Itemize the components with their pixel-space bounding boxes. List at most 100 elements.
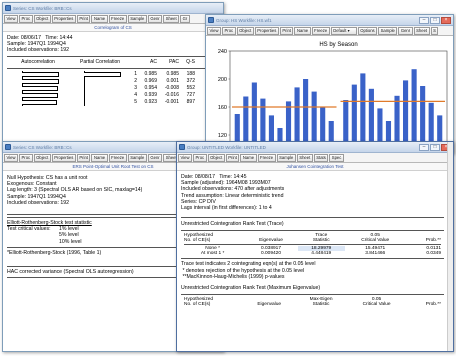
ac-bar — [22, 78, 59, 84]
pac-axis — [84, 77, 85, 85]
maxeig-title: Unrestricted Cointegration Rank Test (Ma… — [181, 285, 321, 292]
series-icon — [5, 5, 11, 11]
toolbar-button-freeze[interactable]: Freeze — [108, 153, 127, 162]
correlogram-window[interactable]: Series: CS Workfile: BRB::Cs View Proc Obj… — [2, 2, 224, 150]
ac-bar-cell — [7, 70, 69, 78]
toolbar-button-proc[interactable]: Proc — [19, 14, 33, 23]
toolbar-button-properties[interactable]: Properties — [51, 153, 76, 162]
toolbar-button-name[interactable]: Name — [91, 153, 108, 162]
pac-bar-cell — [69, 98, 131, 106]
toolbar-button-sheet[interactable]: Sheet — [296, 153, 313, 162]
toolbar-button-sample[interactable]: Sample — [276, 153, 296, 162]
toolbar-button-object[interactable]: Object — [33, 153, 51, 162]
toolbar-button-sample[interactable]: Sample — [127, 153, 147, 162]
maximize-icon[interactable]: □ — [430, 16, 440, 24]
y-tick-label: 120 — [218, 133, 227, 139]
crit-label: Test critical values: — [7, 226, 51, 233]
trace-table: Hypothesized Trace 0.05 No. of CE(s) Eig… — [181, 233, 444, 256]
toolbar-button-print[interactable]: Print — [76, 14, 91, 23]
ac-bar-cell — [7, 77, 69, 85]
correlogram-titlebar[interactable]: Series: CS Workfile: BRB::Cs — [3, 3, 223, 14]
toolbar-button-name[interactable]: Name — [294, 26, 311, 35]
q-value: 188 — [186, 71, 195, 78]
divider — [181, 230, 444, 232]
toolbar-button-sample[interactable]: Sample — [127, 14, 147, 23]
pac-bar-cell — [69, 77, 131, 85]
divider — [181, 217, 444, 219]
maximize-icon[interactable]: □ — [430, 143, 440, 151]
toolbar-button-properties[interactable]: Properties — [254, 26, 279, 35]
q-value: 552 — [186, 85, 195, 92]
y-tick-label: 160 — [218, 105, 227, 111]
toolbar-button-spec[interactable]: Spec — [329, 153, 344, 162]
hs-graph-window[interactable]: Group: HS Workfile: HS.wf1 – □ × View Pro… — [205, 14, 454, 154]
close-icon[interactable]: × — [441, 16, 451, 24]
toolbar-button-sample[interactable]: Sample — [378, 26, 398, 35]
correlogram-row: 2 0.969 0.001 372 — [7, 77, 219, 85]
toolbar-button-object[interactable]: Object — [33, 14, 51, 23]
toolbar-button-print[interactable]: Print — [225, 153, 240, 162]
toolbar-button-view[interactable]: View — [207, 26, 222, 35]
col-header: Eigenvalue — [257, 302, 282, 308]
toolbar-button-sheet[interactable]: Sheet — [163, 14, 180, 23]
pac-value: -0.008 — [164, 85, 179, 92]
ac-bar — [22, 71, 60, 77]
info-line: Lags interval (in first differences): 1 … — [181, 205, 272, 212]
ac-bar-cell — [7, 84, 69, 92]
toolbar-button-object[interactable]: Object — [236, 26, 254, 35]
table-row: At most 1 * 0.009420 4.448419 3.841466 0… — [181, 251, 444, 256]
season-bar — [403, 80, 409, 149]
window-title: Series: CS Workfile: BRB::Cs — [13, 5, 72, 11]
toolbar-button-options[interactable]: Options — [357, 26, 378, 35]
cell: 3.841466 — [365, 251, 386, 257]
toolbar-button-genr[interactable]: Genr — [147, 153, 163, 162]
toolbar-button-print[interactable]: Print — [76, 153, 91, 162]
toolbar-button-view[interactable]: View — [4, 153, 19, 162]
toolbar-button-view[interactable]: View — [4, 14, 19, 23]
toolbar-button-name[interactable]: Name — [91, 14, 108, 23]
pac-axis — [84, 91, 85, 99]
toolbar-button-print[interactable]: Print — [279, 26, 294, 35]
toolbar-button-proc[interactable]: Proc — [19, 153, 33, 162]
toolbar-button-freeze[interactable]: Freeze — [257, 153, 276, 162]
cell: 4.448419 — [311, 251, 332, 257]
johansen-titlebar[interactable]: Group: UNTITLED Workfile: UNTITLED – □ × — [177, 142, 453, 153]
toolbar-button-s[interactable]: S — [430, 26, 439, 35]
johansen-window[interactable]: Group: UNTITLED Workfile: UNTITLED – □ ×… — [176, 141, 454, 352]
divider — [7, 67, 219, 69]
table-header-row: No. of CE(s) Eigenvalue Statistic Critic… — [181, 302, 444, 307]
cell: 0.0349 — [426, 251, 441, 257]
toolbar-button-stats[interactable]: Stats — [313, 153, 329, 162]
hs-toolbar-right: Options Sample Genr Sheet S — [357, 26, 439, 35]
chart-area: HS by Season 240 200 160 120 — [206, 37, 453, 153]
toolbar-button-freeze[interactable]: Freeze — [311, 26, 330, 35]
toolbar-button-genr[interactable]: Genr — [398, 26, 413, 35]
toolbar-button-properties[interactable]: Properties — [51, 14, 76, 23]
crit-level: 10% level — [59, 238, 82, 245]
q-value: 372 — [186, 78, 195, 85]
toolbar-button-freeze[interactable]: Freeze — [108, 14, 127, 23]
johansen-subtitle: Johansen Cointegration Test — [177, 163, 453, 171]
minimize-icon[interactable]: – — [419, 16, 429, 24]
graph-type-dropdown[interactable]: Default ▾ — [330, 26, 357, 35]
toolbar-button-sheet[interactable]: Sheet — [413, 26, 430, 35]
minimize-icon[interactable]: – — [419, 143, 429, 151]
ac-bar — [22, 99, 58, 105]
col-header: Prob.** — [425, 302, 441, 308]
ac-value: 0.985 — [144, 71, 157, 78]
pac-value: 0.985 — [166, 71, 179, 78]
hs-chart: HS by Season 240 200 160 120 — [218, 42, 448, 150]
toolbar-button-name[interactable]: Name — [240, 153, 257, 162]
vertical-scrollbar[interactable] — [447, 142, 453, 351]
toolbar-button-proc[interactable]: Proc — [222, 26, 236, 35]
pac-bar-cell — [69, 91, 131, 99]
hs-titlebar[interactable]: Group: HS Workfile: HS.wf1 – □ × — [206, 15, 453, 26]
johansen-toolbar: View Proc Object Print Name Freeze Sample Sheet… — [177, 153, 453, 163]
toolbar-button-genr[interactable]: Genr — [147, 14, 163, 23]
season-bar — [360, 73, 366, 149]
toolbar-button-view[interactable]: View — [178, 153, 193, 162]
toolbar-button-proc[interactable]: Proc — [193, 153, 207, 162]
correlogram-toolbar: View Proc Object Properties Print Name Freeze S… — [3, 14, 223, 24]
toolbar-button-object[interactable]: Object — [207, 153, 225, 162]
toolbar-button-gr[interactable]: Gr — [180, 14, 190, 23]
